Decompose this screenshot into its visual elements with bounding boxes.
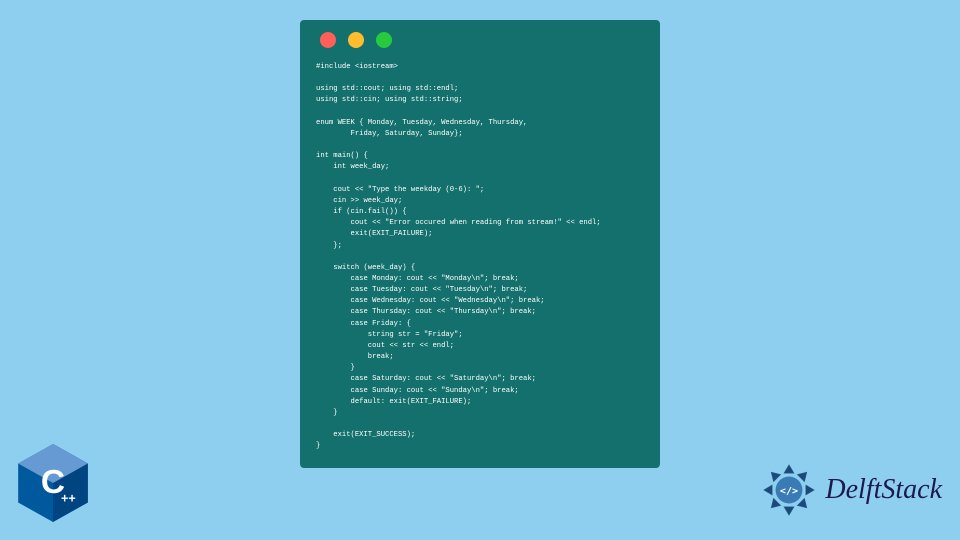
delftstack-logo-icon: </>: [761, 462, 817, 518]
close-icon: [320, 32, 336, 48]
brand-block: </> DelftStack: [761, 462, 942, 518]
cpp-logo-icon: C ++: [18, 444, 88, 522]
maximize-icon: [376, 32, 392, 48]
cpp-plus: ++: [61, 492, 76, 506]
code-content: #include <iostream> using std::cout; usi…: [316, 62, 644, 452]
brand-name: DelftStack: [825, 474, 942, 506]
code-window: #include <iostream> using std::cout; usi…: [300, 20, 660, 468]
window-controls: [316, 32, 644, 48]
svg-text:</>: </>: [780, 486, 798, 497]
minimize-icon: [348, 32, 364, 48]
